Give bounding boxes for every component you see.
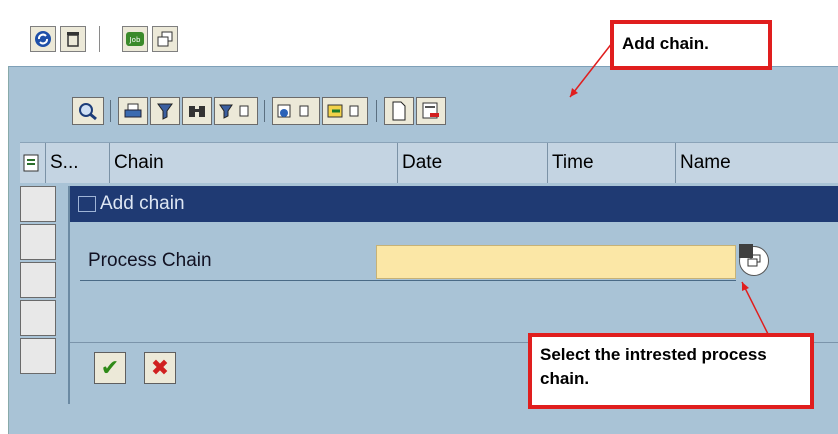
filter-button[interactable]: [150, 97, 180, 125]
dialog-title-bar[interactable]: Add chain: [70, 186, 838, 222]
toolbar-separator: [376, 100, 377, 122]
job-icon: Job: [126, 32, 144, 46]
select-layout-icon: [23, 154, 39, 172]
value-help-corner: [739, 244, 753, 258]
row-selector[interactable]: [20, 186, 56, 222]
funnel-icon: [157, 103, 173, 120]
toolbar-separator: [264, 100, 265, 122]
cancel-x-icon: ✖: [150, 355, 170, 380]
export-menu-button[interactable]: [322, 97, 368, 125]
select-chain-callout: Select the intrested process chain.: [528, 333, 814, 409]
filter-dropdown-icon: [219, 104, 249, 119]
toolbar-separator: [99, 26, 100, 52]
dialog-title: Add chain: [100, 193, 185, 214]
row-selector[interactable]: [20, 224, 56, 260]
select-all-button[interactable]: [20, 143, 46, 183]
column-header-name[interactable]: Name: [676, 143, 838, 183]
svg-text:Job: Job: [129, 36, 141, 44]
row-selector[interactable]: [20, 338, 56, 374]
add-chain-button[interactable]: [384, 97, 414, 125]
refresh-button[interactable]: [30, 26, 56, 52]
print-icon: [124, 103, 142, 118]
column-header-chain[interactable]: Chain: [110, 143, 398, 183]
delete-button[interactable]: [60, 26, 86, 52]
remove-chain-button[interactable]: [416, 97, 446, 125]
row-selector[interactable]: [20, 300, 56, 336]
column-header-time[interactable]: Time: [548, 143, 676, 183]
job-button[interactable]: Job: [122, 26, 148, 52]
process-chain-label: Process Chain: [88, 250, 212, 271]
cascade-windows-icon: [157, 31, 173, 47]
row-selector[interactable]: [20, 262, 56, 298]
checkmark-icon: ✔: [100, 355, 120, 380]
windows-button[interactable]: [152, 26, 178, 52]
process-chain-input[interactable]: [376, 245, 736, 279]
dialog-window-icon: [78, 196, 96, 212]
filter-menu-button[interactable]: [214, 97, 258, 125]
magnifier-icon: [79, 103, 97, 121]
layout-icon: [277, 104, 309, 118]
layout-menu-button[interactable]: [272, 97, 320, 125]
new-document-icon: [392, 101, 406, 121]
column-header-date[interactable]: Date: [398, 143, 548, 183]
export-icon: [327, 104, 359, 118]
binoculars-icon: [189, 106, 205, 117]
field-underline: [80, 280, 736, 281]
cancel-button[interactable]: ✖: [144, 352, 176, 384]
confirm-button[interactable]: ✔: [94, 352, 126, 384]
column-header-status[interactable]: S...: [46, 143, 110, 183]
print-button[interactable]: [118, 97, 148, 125]
remove-row-icon: [422, 102, 439, 119]
details-button[interactable]: [72, 97, 104, 125]
find-button[interactable]: [182, 97, 212, 125]
grid-header: S... Chain Date Time Name: [20, 142, 838, 183]
trash-icon: [67, 32, 79, 47]
grid-toolbar: [14, 92, 838, 130]
toolbar-separator: [110, 100, 111, 122]
add-chain-callout: Add chain.: [610, 20, 772, 70]
refresh-icon: [35, 31, 51, 47]
